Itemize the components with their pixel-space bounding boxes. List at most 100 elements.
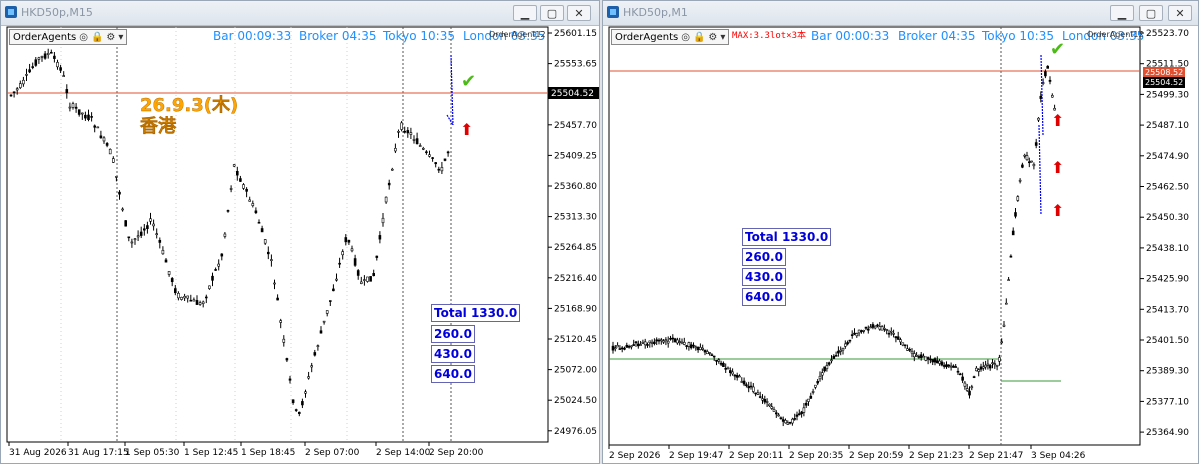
candle-body: [146, 225, 149, 229]
order-agents-label[interactable]: OrderAgents: [615, 31, 678, 44]
maximize-button[interactable]: ▢: [1139, 5, 1163, 21]
lot-label-2: 430.0: [742, 268, 786, 286]
candle-body: [288, 378, 292, 381]
order-agents-toolbar[interactable]: OrderAgents ◎ 🔒 ⚙ ▾: [9, 29, 128, 45]
maximize-button[interactable]: ▢: [540, 5, 564, 21]
order-agents-label[interactable]: OrderAgents: [13, 31, 76, 44]
lot-label-2: 430.0: [431, 345, 475, 363]
close-button[interactable]: ✕: [567, 5, 591, 21]
candle-body: [195, 300, 199, 305]
candle-body: [369, 276, 372, 282]
candle-body: [632, 344, 636, 346]
title-bar[interactable]: HKD50p,M1 ▁ ▢ ✕: [603, 1, 1198, 26]
close-button[interactable]: ✕: [1168, 5, 1192, 21]
candle-body: [1044, 71, 1047, 77]
target-icon[interactable]: ◎: [79, 31, 88, 44]
candle-body: [68, 106, 72, 109]
candle-body: [869, 326, 872, 329]
candle-body: [350, 248, 354, 252]
y-tick-label: 25474.90: [1146, 152, 1189, 162]
candle-body: [65, 89, 69, 94]
candle-body: [710, 354, 714, 356]
candle-body: [995, 364, 999, 367]
candle-body: [860, 330, 863, 332]
candle-body: [933, 358, 937, 363]
x-tick-label: 1 Sep 18:45: [241, 448, 295, 458]
candle-body: [945, 364, 948, 368]
candle-body: [1032, 164, 1036, 167]
y-tick-label: 25389.30: [1146, 367, 1189, 377]
candle-body: [763, 398, 767, 403]
candle-body: [910, 350, 914, 354]
candle-body: [772, 409, 776, 412]
candle-body: [823, 366, 826, 372]
chevron-down-icon[interactable]: ▾: [720, 31, 725, 44]
candle-body: [217, 263, 220, 267]
minimize-button[interactable]: ▁: [513, 5, 537, 21]
candle-body: [671, 337, 675, 340]
candle-body: [1050, 95, 1054, 98]
candle-body: [18, 83, 22, 88]
chart-area[interactable]: 25601.15 25553.65 25504.52 25457.70 25409.25…: [1, 25, 599, 463]
chart-window-m1[interactable]: HKD50p,M1 ▁ ▢ ✕ 25523.70 25511.50 25499.30…: [602, 0, 1199, 464]
candle-body: [155, 233, 158, 236]
candle-body: [124, 220, 127, 227]
order-agents-toolbar[interactable]: OrderAgents ◎ 🔒 ⚙ ▾: [611, 29, 730, 45]
candle-body: [754, 392, 757, 395]
candle-body: [425, 151, 428, 154]
candle-body: [257, 221, 261, 224]
candle-body: [627, 346, 631, 348]
y-tick-label: 25364.90: [1146, 428, 1189, 438]
lock-icon[interactable]: 🔒: [91, 31, 103, 44]
candle-body: [1053, 108, 1056, 111]
x-tick-label: 2 Sep 20:35: [789, 451, 843, 461]
target-icon[interactable]: ◎: [681, 31, 690, 44]
title-bar[interactable]: HKD50p,M15 ▁ ▢ ✕: [1, 1, 599, 26]
candle-body: [211, 275, 214, 281]
candle-body: [848, 339, 852, 342]
candle-body: [9, 94, 13, 97]
candle-body: [775, 412, 778, 415]
candle-body: [850, 334, 854, 336]
y-tick-label: 25425.90: [1146, 275, 1189, 285]
y-tick-label: 25450.30: [1146, 213, 1189, 223]
candle-body: [285, 358, 289, 361]
price-chart[interactable]: 25523.7025511.5025499.3025487.1025474.90…: [603, 25, 1198, 464]
candle-body: [864, 326, 868, 329]
candle-body: [170, 278, 174, 283]
candle-body: [692, 344, 695, 347]
y-tick-label: 25523.70: [1146, 29, 1189, 39]
candle-body: [223, 233, 227, 237]
candle-body: [406, 130, 410, 134]
candle-body: [353, 258, 357, 266]
order-marker: [450, 54, 454, 126]
price-chart[interactable]: 25601.15 25553.65 25504.52 25457.70 25409.25…: [1, 25, 599, 464]
candle-body: [397, 131, 400, 133]
candle-body: [242, 184, 245, 189]
candle-body: [719, 362, 723, 365]
chart-area[interactable]: 25523.70 25511.50 25499.30 25487.10 25474.90…: [603, 25, 1198, 463]
lock-icon[interactable]: 🔒: [693, 31, 705, 44]
candle-body: [310, 365, 314, 368]
chart-window-m15[interactable]: HKD50p,M15 ▁ ▢ ✕ 25601.15 25553.65 25504.5…: [0, 0, 600, 464]
y-tick-label: 25499.30: [1146, 90, 1189, 100]
candle-body: [37, 57, 41, 60]
candle-body: [653, 341, 656, 344]
settings-icon[interactable]: ⚙: [106, 31, 115, 44]
chevron-down-icon[interactable]: ▾: [118, 31, 123, 44]
candle-body: [784, 420, 787, 424]
candle-body: [338, 262, 341, 265]
candle-body: [699, 347, 702, 350]
candle-body: [965, 388, 969, 391]
candle-body: [99, 135, 103, 139]
up-arrow-icon: ⬆: [1051, 111, 1065, 130]
candle-body: [279, 320, 283, 323]
minimize-button[interactable]: ▁: [1110, 5, 1134, 21]
candle-body: [669, 338, 672, 340]
candle-body: [758, 396, 762, 398]
order-agent-tag: OrderAgent12: [1087, 30, 1144, 39]
y-tick-label: 24976.05: [554, 427, 597, 437]
candle-body: [1000, 341, 1004, 344]
candle-body: [239, 178, 242, 182]
settings-icon[interactable]: ⚙: [708, 31, 717, 44]
